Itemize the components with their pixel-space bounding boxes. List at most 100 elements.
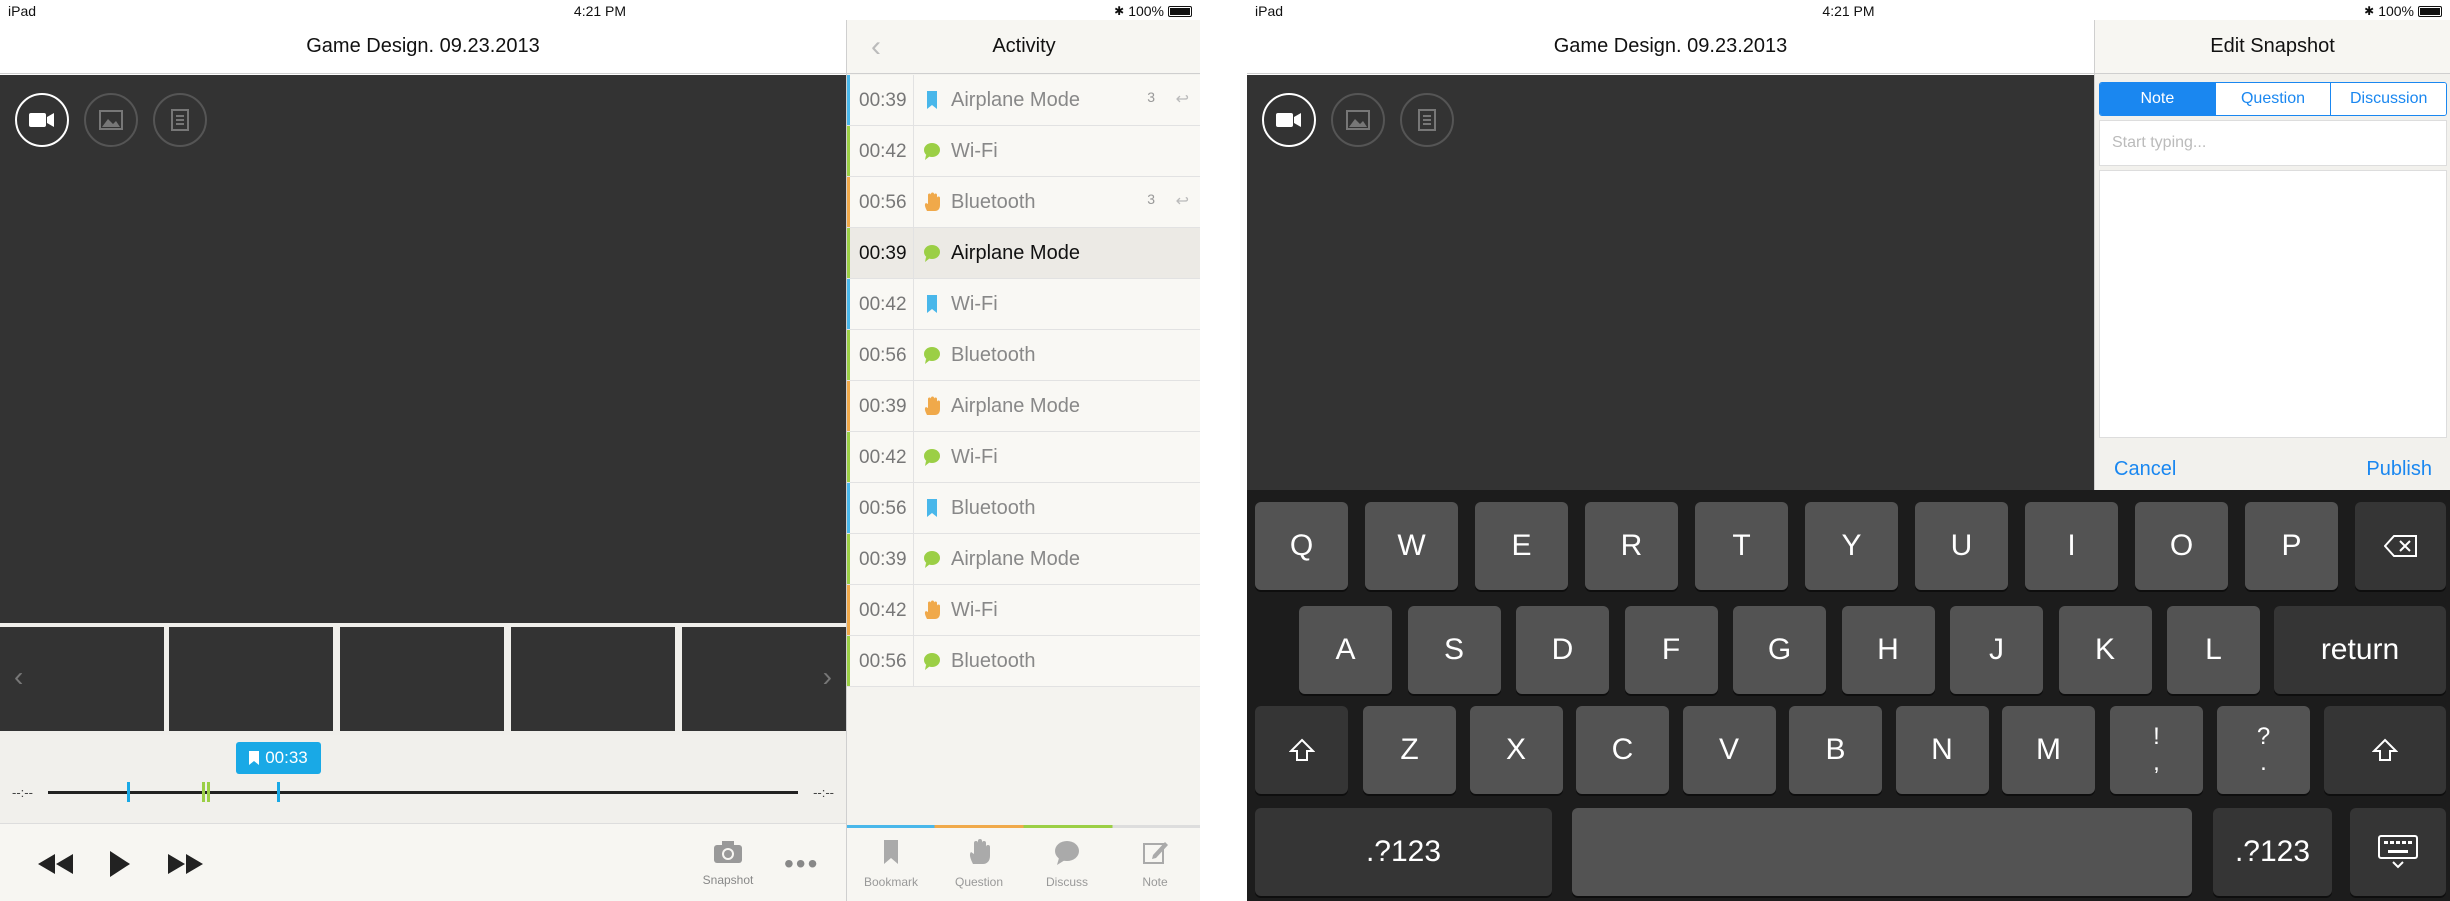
tab-label: Note (1142, 875, 1168, 889)
key-w[interactable]: W (1365, 502, 1458, 590)
tab-question[interactable]: Question (935, 838, 1023, 889)
key-l[interactable]: L (2167, 606, 2260, 694)
key-d[interactable]: D (1516, 606, 1609, 694)
activity-row[interactable]: 00:56 Bluetooth (847, 330, 1200, 381)
numbers-key-left[interactable]: .?123 (1255, 808, 1552, 896)
activity-row[interactable]: 00:42 Wi-Fi (847, 432, 1200, 483)
key-primary: ? (2256, 723, 2271, 750)
key-g[interactable]: G (1733, 606, 1826, 694)
image-mode-button[interactable] (84, 93, 138, 147)
video-mode-button[interactable] (1262, 93, 1316, 147)
video-player[interactable] (0, 75, 846, 623)
key-y[interactable]: Y (1805, 502, 1898, 590)
timeline[interactable]: --:-- --:-- 00:33 (0, 735, 846, 824)
document-mode-button[interactable] (1400, 93, 1454, 147)
key-c[interactable]: C (1576, 706, 1669, 794)
segment-discussion[interactable]: Discussion (2331, 83, 2446, 115)
cancel-button[interactable]: Cancel (2114, 458, 2176, 481)
row-type-stripe (847, 636, 850, 686)
divider (913, 126, 914, 176)
video-mode-button[interactable] (15, 93, 69, 147)
key-e[interactable]: E (1475, 502, 1568, 590)
shift-key-left[interactable] (1255, 706, 1348, 794)
timeline-marker-bubble[interactable]: 00:33 (236, 742, 321, 774)
more-icon[interactable]: ••• (784, 848, 819, 880)
activity-row[interactable]: 00:42 Wi-Fi (847, 126, 1200, 177)
key-q[interactable]: Q (1255, 502, 1348, 590)
activity-row[interactable]: 00:56 Bluetooth (847, 483, 1200, 534)
play-icon[interactable] (110, 851, 130, 877)
snapshot-button[interactable]: Snapshot (696, 840, 760, 887)
key-i[interactable]: I (2025, 502, 2118, 590)
timeline-tick (207, 782, 210, 802)
snapshot-title-input[interactable]: Start typing... (2099, 120, 2447, 166)
image-mode-button[interactable] (1331, 93, 1385, 147)
chevron-right-icon[interactable]: › (823, 661, 832, 693)
activity-row[interactable]: 00:39 Airplane Mode (847, 381, 1200, 432)
bluetooth-icon: ✱ (2364, 4, 2375, 18)
key-p[interactable]: P (2245, 502, 2338, 590)
key-b[interactable]: B (1789, 706, 1882, 794)
chevron-left-icon[interactable]: ‹ (14, 661, 23, 693)
key-n[interactable]: N (1895, 706, 1989, 794)
key-u[interactable]: U (1915, 502, 2008, 590)
segment-question[interactable]: Question (2215, 83, 2332, 115)
timeline-track[interactable] (48, 791, 798, 794)
key-o[interactable]: O (2135, 502, 2228, 590)
publish-button[interactable]: Publish (2366, 458, 2432, 481)
thumbnail[interactable] (169, 627, 333, 731)
row-time: 00:42 (859, 600, 907, 621)
key-exclaim-comma[interactable]: !, (2110, 706, 2203, 794)
activity-row[interactable]: 00:56 Bluetooth (847, 636, 1200, 687)
tab-note[interactable]: Note (1111, 838, 1199, 889)
dismiss-keyboard-key[interactable] (2350, 808, 2446, 896)
timeline-marker-time: 00:33 (265, 748, 308, 767)
divider (913, 483, 914, 533)
activity-row[interactable]: 00:39 Airplane Mode (847, 534, 1200, 585)
tab-discuss[interactable]: Discuss (1023, 838, 1111, 889)
key-m[interactable]: M (2002, 706, 2095, 794)
activity-row[interactable]: 00:42 Wi-Fi (847, 585, 1200, 636)
activity-row[interactable]: 00:39 Airplane Mode 3 ↩ (847, 75, 1200, 126)
activity-row[interactable]: 00:42 Wi-Fi (847, 279, 1200, 330)
reply-count: 3 (1147, 191, 1155, 207)
document-mode-button[interactable] (153, 93, 207, 147)
key-k[interactable]: K (2058, 606, 2152, 694)
rewind-icon[interactable] (38, 854, 74, 874)
key-h[interactable]: H (1841, 606, 1935, 694)
document-icon (171, 109, 189, 131)
row-label: Wi-Fi (951, 140, 998, 162)
key-z[interactable]: Z (1363, 706, 1456, 794)
key-a[interactable]: A (1299, 606, 1392, 694)
activity-row[interactable]: 00:56 Bluetooth 3 ↩ (847, 177, 1200, 228)
back-chevron-icon[interactable]: ‹ (871, 30, 881, 64)
key-v[interactable]: V (1682, 706, 1776, 794)
key-question-period[interactable]: ?. (2217, 706, 2310, 794)
snapshot-body-textarea[interactable] (2099, 170, 2447, 438)
activity-row[interactable]: 00:39 Airplane Mode (847, 228, 1200, 279)
key-s[interactable]: S (1407, 606, 1501, 694)
delete-key[interactable] (2355, 502, 2446, 590)
row-label: Wi-Fi (951, 293, 998, 315)
key-x[interactable]: X (1469, 706, 1563, 794)
key-r[interactable]: R (1585, 502, 1678, 590)
thumbnail[interactable] (0, 627, 164, 731)
fast-forward-icon[interactable] (168, 854, 204, 874)
key-t[interactable]: T (1695, 502, 1788, 590)
page-title-bar: Game Design. 09.23.2013 (0, 20, 846, 74)
thumbnail[interactable] (340, 627, 504, 731)
return-key[interactable]: return (2274, 606, 2446, 694)
video-player[interactable] (1247, 75, 2094, 490)
space-key[interactable] (1572, 808, 2192, 896)
tab-bookmark[interactable]: Bookmark (847, 838, 935, 889)
segment-note[interactable]: Note (2100, 83, 2216, 115)
thumbnail[interactable] (511, 627, 675, 731)
speech-bubble-icon (921, 242, 943, 264)
key-j[interactable]: J (1950, 606, 2043, 694)
key-f[interactable]: F (1624, 606, 1718, 694)
numbers-key-right[interactable]: .?123 (2213, 808, 2332, 896)
hand-icon (921, 395, 943, 417)
speech-bubble-icon (921, 344, 943, 366)
shift-key-right[interactable] (2324, 706, 2446, 794)
thumbnail[interactable] (682, 627, 846, 731)
